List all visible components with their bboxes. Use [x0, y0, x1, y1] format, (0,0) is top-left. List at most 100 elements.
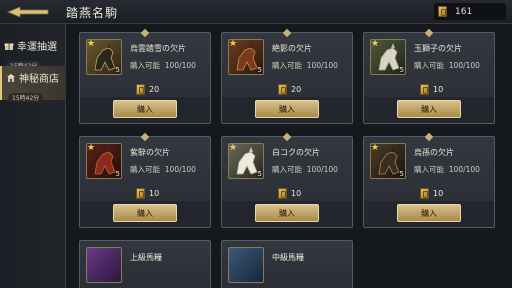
item-price: 10	[433, 85, 444, 94]
currency-amount: 161	[455, 6, 473, 17]
shop-item-card: ★ 5 紫騂の欠片 購入可能 100/100 10 購入	[79, 136, 211, 228]
item-count: 5	[115, 66, 120, 74]
shop-grid: ★ 5 烏雲踏雪の欠片 購入可能 100/100 20 購入 ★ 5 絶影の欠片…	[66, 24, 512, 288]
page-title: 踏燕名駒	[66, 6, 119, 20]
stock-value: 100/100	[306, 165, 338, 174]
price-row: 10	[136, 188, 159, 199]
star-icon: ★	[229, 39, 238, 49]
back-arrow-icon	[6, 6, 49, 18]
item-count: 5	[257, 66, 262, 74]
item-stock: 購入可能 100/100	[272, 164, 338, 175]
item-portrait[interactable]: ★ 5	[228, 143, 264, 179]
top-bar: 踏燕名駒 161	[0, 0, 512, 24]
item-stock: 購入可能 100/100	[414, 164, 480, 175]
shop-item-card: ★ 5 絶影の欠片 購入可能 100/100 20 購入	[221, 32, 353, 124]
buy-button[interactable]: 購入	[255, 204, 319, 222]
item-name: 玉獅子の欠片	[414, 44, 462, 53]
stock-value: 100/100	[448, 165, 480, 174]
item-stock: 購入可能 100/100	[272, 60, 338, 71]
stock-value: 100/100	[164, 165, 196, 174]
shop-icon	[7, 73, 15, 82]
gift-icon	[4, 43, 14, 50]
shop-item-card[interactable]: 中級馬糧	[221, 240, 353, 288]
ticket-icon	[136, 84, 145, 95]
currency-display: 161	[434, 3, 506, 20]
star-icon: ★	[371, 143, 380, 153]
item-name: 烏孫の欠片	[414, 148, 454, 157]
ticket-icon	[420, 84, 429, 95]
shop-item-card: ★ 5 白コクの欠片 購入可能 100/100 10 購入	[221, 136, 353, 228]
item-count: 5	[399, 66, 404, 74]
item-price: 10	[291, 189, 302, 198]
buy-button[interactable]: 購入	[255, 100, 319, 118]
buy-button[interactable]: 購入	[397, 100, 461, 118]
item-count: 5	[257, 170, 262, 178]
ticket-icon	[278, 84, 287, 95]
buy-button[interactable]: 購入	[113, 100, 177, 118]
price-row: 20	[136, 84, 159, 95]
item-name: 上級馬糧	[130, 253, 162, 262]
ticket-icon	[438, 6, 447, 17]
ticket-icon	[278, 188, 287, 199]
card-footer: 購入	[80, 97, 210, 123]
item-portrait	[228, 247, 264, 283]
star-icon: ★	[229, 143, 238, 153]
card-footer: 購入	[222, 97, 352, 123]
card-footer: 購入	[222, 201, 352, 227]
shop-item-card: ★ 5 烏雲踏雪の欠片 購入可能 100/100 20 購入	[79, 32, 211, 124]
item-stock: 購入可能 100/100	[130, 164, 196, 175]
item-portrait[interactable]: ★ 5	[86, 143, 122, 179]
stock-value: 100/100	[164, 61, 196, 70]
sidebar-item-lucky-draw[interactable]: 幸運抽選 15時42分	[0, 34, 66, 70]
sidebar-timer: 15時42分	[8, 93, 44, 102]
back-button[interactable]	[4, 3, 52, 21]
stock-label: 購入可能	[130, 165, 160, 174]
card-footer: 購入	[364, 201, 494, 227]
price-row: 10	[278, 188, 301, 199]
star-icon: ★	[371, 39, 380, 49]
stock-label: 購入可能	[414, 61, 444, 70]
item-name: 中級馬糧	[272, 253, 304, 262]
sidebar: 幸運抽選 15時42分 神秘商店 15時42分	[0, 24, 66, 288]
item-price: 20	[149, 85, 160, 94]
shop-item-card[interactable]: 上級馬糧	[79, 240, 211, 288]
stock-value: 100/100	[306, 61, 338, 70]
stock-label: 購入可能	[272, 61, 302, 70]
price-row: 10	[420, 188, 443, 199]
item-portrait[interactable]: ★ 5	[370, 39, 406, 75]
item-count: 5	[115, 170, 120, 178]
item-price: 10	[433, 189, 444, 198]
shop-item-card: ★ 5 玉獅子の欠片 購入可能 100/100 10 購入	[363, 32, 495, 124]
buy-button[interactable]: 購入	[397, 204, 461, 222]
shop-item-card: ★ 5 烏孫の欠片 購入可能 100/100 10 購入	[363, 136, 495, 228]
price-row: 10	[420, 84, 443, 95]
item-count: 5	[399, 170, 404, 178]
item-name: 烏雲踏雪の欠片	[130, 44, 186, 53]
item-price: 10	[149, 189, 160, 198]
star-icon: ★	[87, 143, 96, 153]
buy-button[interactable]: 購入	[113, 204, 177, 222]
sidebar-item-mystery-shop[interactable]: 神秘商店 15時42分	[0, 66, 66, 102]
item-portrait[interactable]: ★ 5	[86, 39, 122, 75]
item-stock: 購入可能 100/100	[414, 60, 480, 71]
item-portrait[interactable]: ★ 5	[228, 39, 264, 75]
card-footer: 購入	[80, 201, 210, 227]
ticket-icon	[136, 188, 145, 199]
price-row: 20	[278, 84, 301, 95]
item-portrait	[86, 247, 122, 283]
stock-label: 購入可能	[130, 61, 160, 70]
star-icon: ★	[87, 39, 96, 49]
stock-label: 購入可能	[272, 165, 302, 174]
item-name: 白コクの欠片	[272, 148, 320, 157]
sidebar-item-label: 神秘商店	[19, 74, 59, 85]
item-stock: 購入可能 100/100	[130, 60, 196, 71]
stock-value: 100/100	[448, 61, 480, 70]
item-name: 絶影の欠片	[272, 44, 312, 53]
ticket-icon	[420, 188, 429, 199]
item-price: 20	[291, 85, 302, 94]
stock-label: 購入可能	[414, 165, 444, 174]
item-name: 紫騂の欠片	[130, 148, 170, 157]
sidebar-item-label: 幸運抽選	[17, 42, 57, 53]
card-footer: 購入	[364, 97, 494, 123]
item-portrait[interactable]: ★ 5	[370, 143, 406, 179]
